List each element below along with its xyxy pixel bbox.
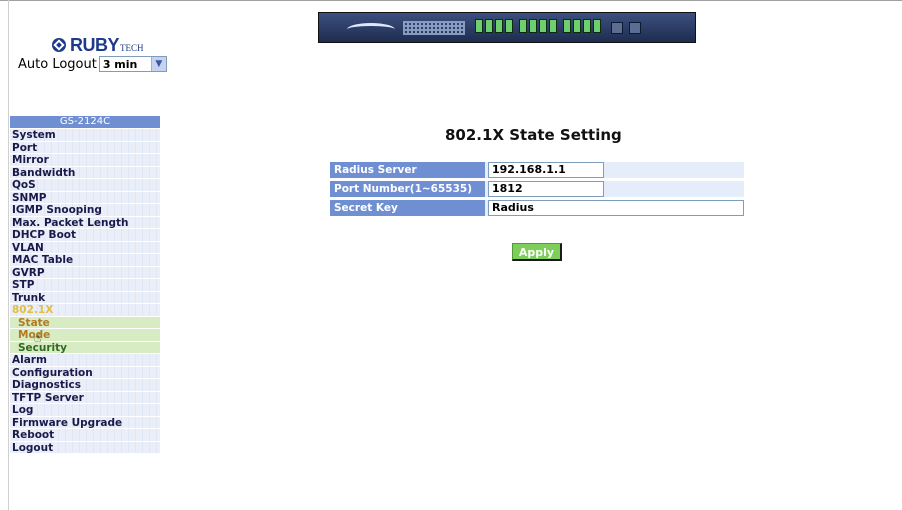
menu-header-model: GS-2124C	[10, 116, 160, 128]
ethernet-port-icon	[549, 19, 557, 33]
ethernet-port-icon	[529, 19, 537, 33]
sidebar-item-firmware-upgrade[interactable]: Firmware Upgrade	[10, 416, 160, 429]
sidebar-menu: GS-2124C System Port Mirror Bandwidth QoS SNM…	[10, 116, 160, 454]
form-row-secret-key: Secret Key Radius	[330, 200, 744, 216]
port-number-input[interactable]: 1812	[488, 181, 604, 197]
auto-logout-select[interactable]: 3 min ▼	[98, 56, 167, 72]
sidebar-item-vlan[interactable]: VLAN	[10, 241, 160, 254]
ethernet-port-icon	[519, 19, 527, 33]
sidebar-item-max-packet-length[interactable]: Max. Packet Length	[10, 216, 160, 229]
port-group-3	[563, 19, 601, 37]
switch-device-image	[318, 12, 696, 43]
hand-cursor-icon: ☝	[34, 331, 42, 345]
sidebar-item-diagnostics[interactable]: Diagnostics	[10, 379, 160, 392]
ethernet-port-icon	[485, 19, 493, 33]
port-group-2	[519, 19, 557, 37]
ethernet-port-icon	[475, 19, 483, 33]
ruby-diamond-icon	[52, 38, 66, 52]
ethernet-port-icon	[563, 19, 571, 33]
device-logo-swoosh	[347, 23, 395, 36]
ethernet-port-icon	[495, 19, 503, 33]
radius-server-input[interactable]: 192.168.1.1	[488, 162, 604, 178]
device-led-panel	[403, 21, 465, 35]
auto-logout: Auto Logout 3 min ▼	[18, 55, 167, 73]
sidebar-item-logout[interactable]: Logout	[10, 441, 160, 454]
auto-logout-value: 3 min	[102, 57, 138, 71]
chevron-down-icon[interactable]: ▼	[150, 57, 166, 71]
sidebar-item-igmp-snooping[interactable]: IGMP Snooping	[10, 204, 160, 217]
sidebar-item-trunk[interactable]: Trunk	[10, 291, 160, 304]
page-title: 802.1X State Setting	[445, 126, 622, 144]
logo-main-text: RUBY	[70, 34, 120, 55]
radius-server-label: Radius Server	[330, 162, 485, 178]
sidebar-item-stp[interactable]: STP	[10, 279, 160, 292]
sidebar-item-configuration[interactable]: Configuration	[10, 366, 160, 379]
port-group-1	[475, 19, 513, 37]
sidebar-subitem-state[interactable]: State	[10, 316, 160, 329]
secret-key-label: Secret Key	[330, 200, 485, 216]
apply-button[interactable]: Apply	[512, 243, 562, 261]
ethernet-port-icon	[583, 19, 591, 33]
ruby-tech-logo: RUBY TECH	[52, 34, 160, 56]
sidebar-subitem-security[interactable]: Security	[10, 341, 160, 354]
sidebar-item-mirror[interactable]: Mirror	[10, 154, 160, 167]
ethernet-port-icon	[573, 19, 581, 33]
sidebar-item-802-1x[interactable]: 802.1X	[10, 304, 160, 317]
form-row-radius-server: Radius Server 192.168.1.1	[330, 162, 744, 178]
sidebar-item-system[interactable]: System	[10, 129, 160, 142]
sidebar-item-port[interactable]: Port	[10, 141, 160, 154]
ethernet-port-icon	[593, 19, 601, 33]
sidebar-subitem-mode[interactable]: Mode	[10, 329, 160, 342]
sidebar-item-reboot[interactable]: Reboot	[10, 429, 160, 442]
sidebar-item-bandwidth[interactable]: Bandwidth	[10, 166, 160, 179]
left-panel: RUBY TECH Auto Logout 3 min ▼ GS-2124C S…	[10, 0, 170, 510]
sidebar-item-qos[interactable]: QoS	[10, 179, 160, 192]
sfp-port-icon	[629, 22, 641, 34]
sidebar-item-snmp[interactable]: SNMP	[10, 191, 160, 204]
sidebar-item-dhcp-boot[interactable]: DHCP Boot	[10, 229, 160, 242]
sidebar-item-tftp-server[interactable]: TFTP Server	[10, 391, 160, 404]
sfp-port-icon	[611, 22, 623, 34]
frame-left-border	[8, 0, 9, 510]
sidebar-item-alarm[interactable]: Alarm	[10, 354, 160, 367]
logo-sub-text: TECH	[120, 43, 144, 53]
auto-logout-label: Auto Logout	[18, 56, 97, 72]
state-setting-form: Radius Server 192.168.1.1 Port Number(1~…	[330, 162, 744, 219]
sidebar-item-log[interactable]: Log	[10, 404, 160, 417]
form-row-port-number: Port Number(1~65535) 1812	[330, 181, 744, 197]
secret-key-input[interactable]: Radius	[488, 200, 744, 216]
ethernet-port-icon	[539, 19, 547, 33]
ethernet-port-icon	[505, 19, 513, 33]
sidebar-item-gvrp[interactable]: GVRP	[10, 266, 160, 279]
port-number-label: Port Number(1~65535)	[330, 181, 485, 197]
sidebar-item-mac-table[interactable]: MAC Table	[10, 254, 160, 267]
